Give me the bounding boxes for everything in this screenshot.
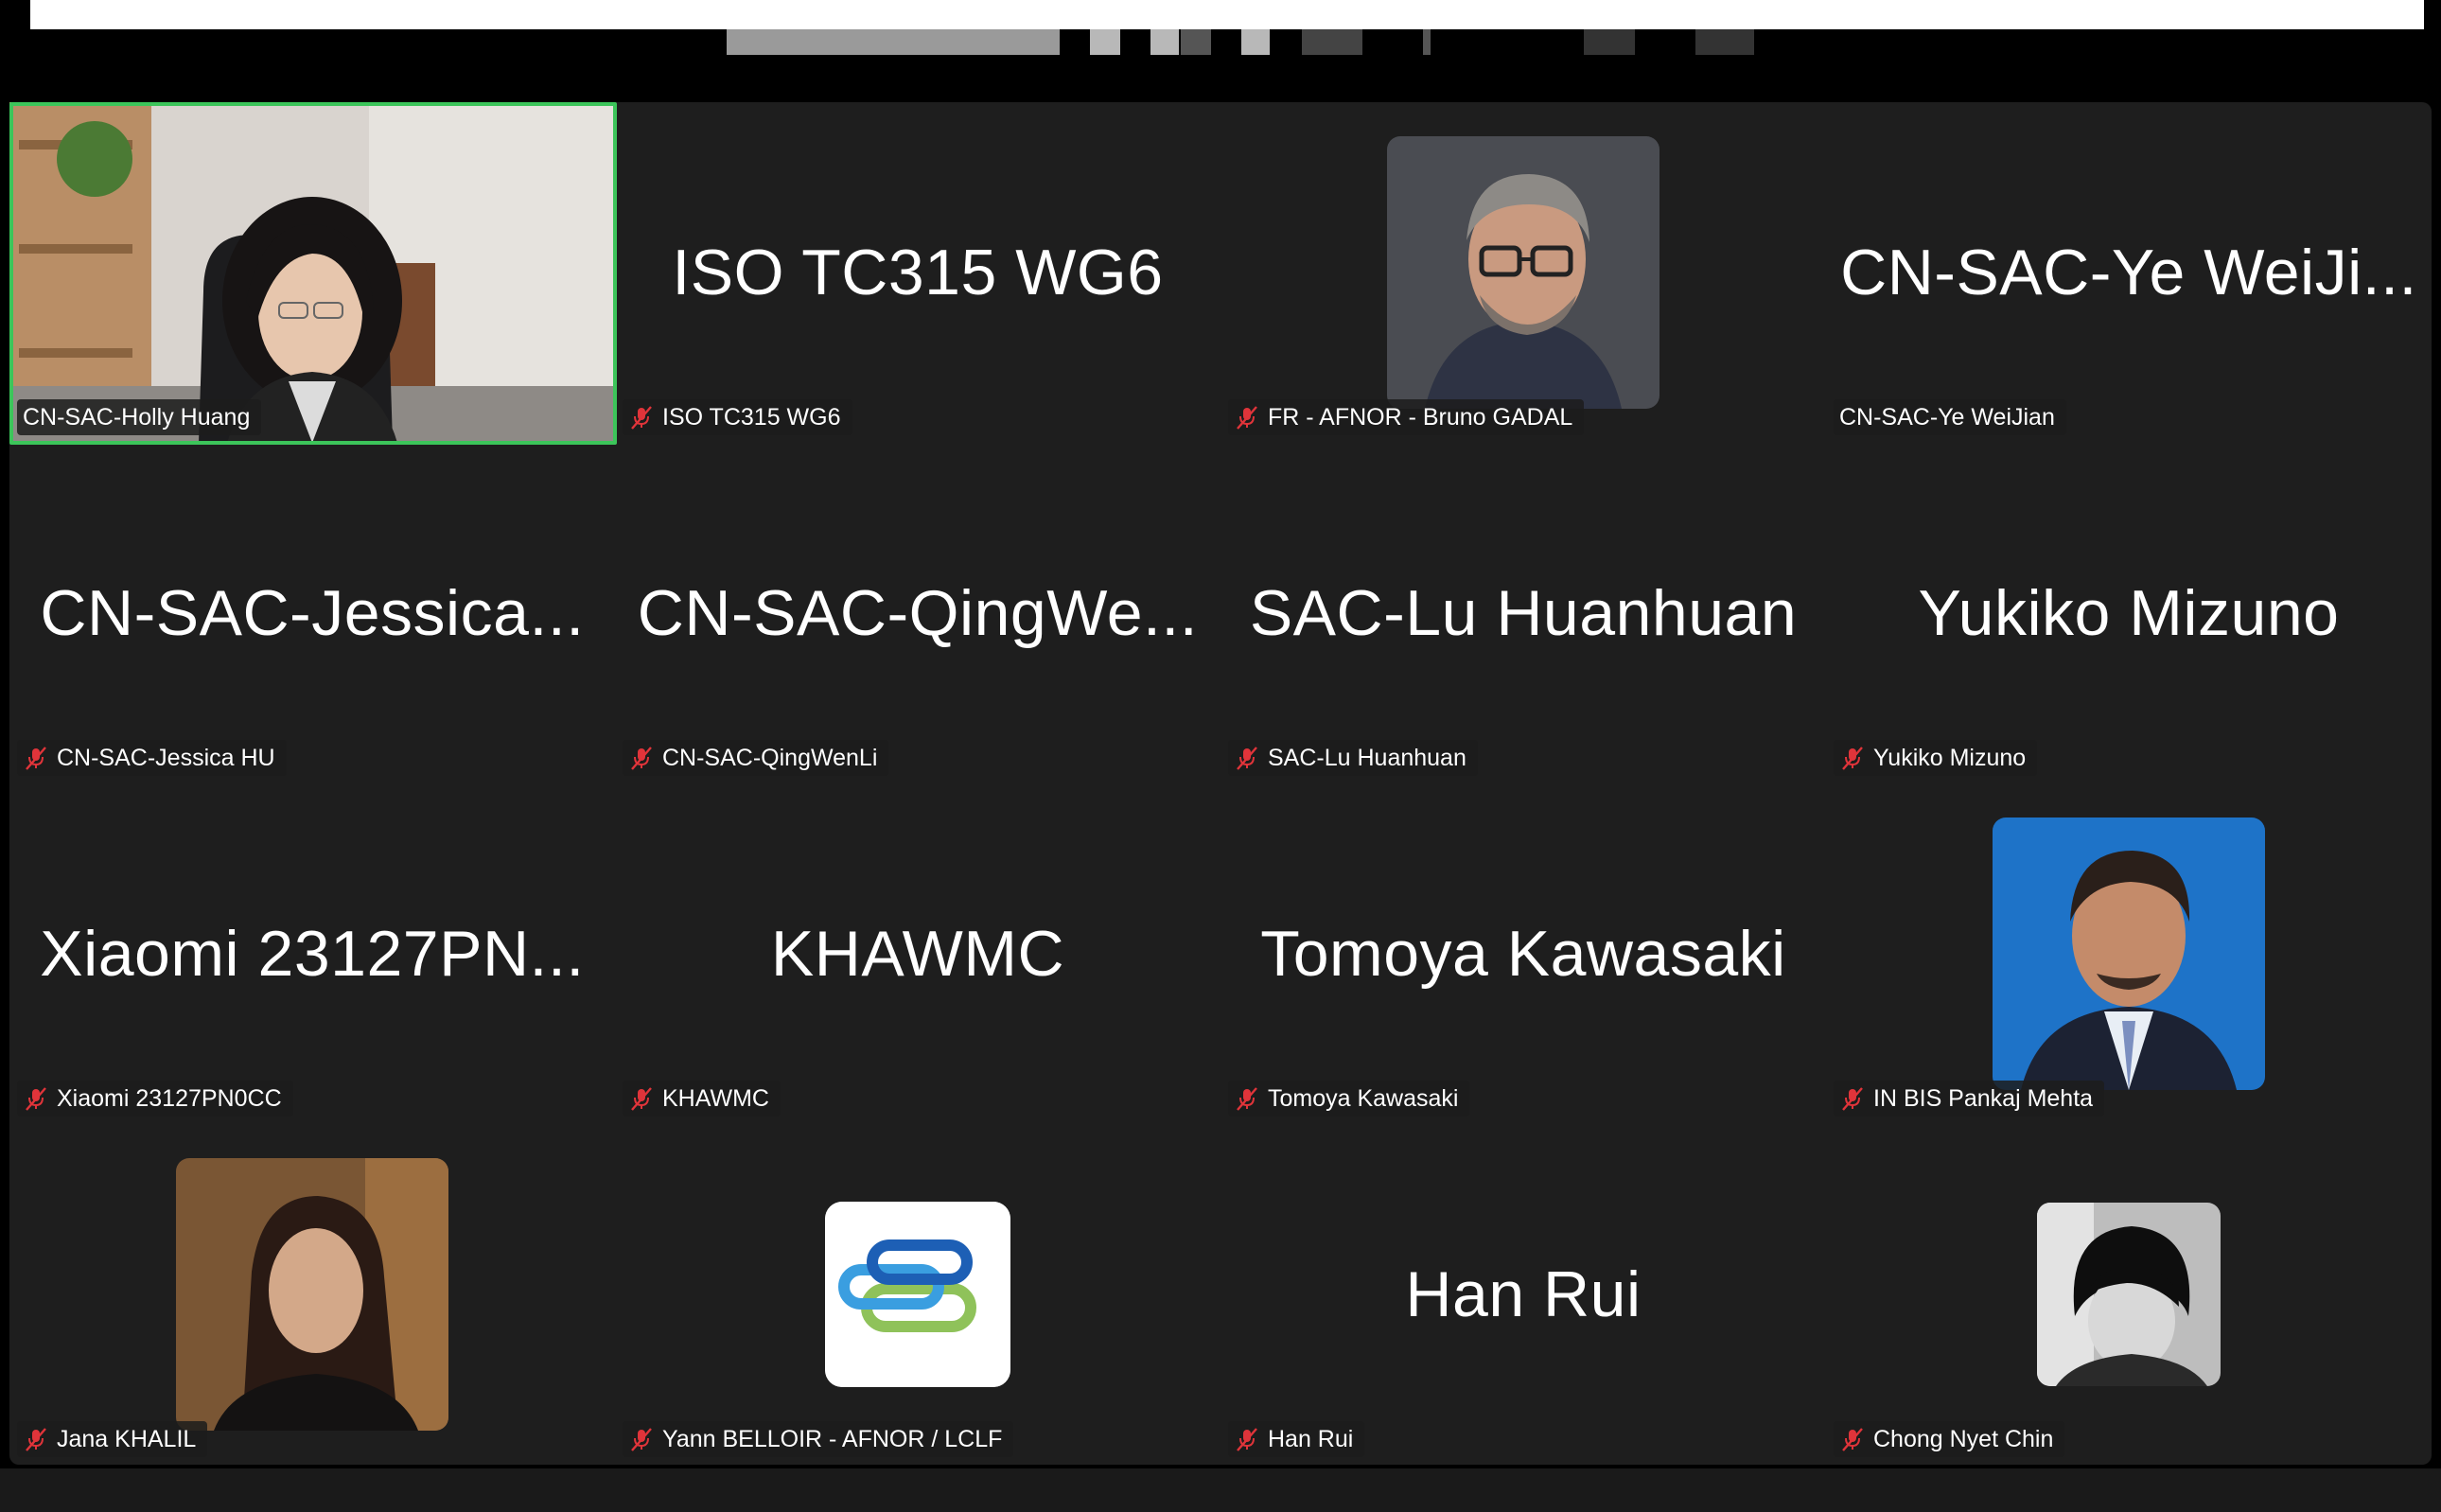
participant-tile-tomoya-kawasaki[interactable]: Tomoya Kawasaki Tomoya Kawasaki [1220, 783, 1826, 1124]
participant-display-name: CN-SAC-Ye WeiJi... [1840, 237, 2417, 308]
participant-label: Tomoya Kawasaki [1268, 1084, 1459, 1112]
participant-tile-bruno-gadal[interactable]: FR - AFNOR - Bruno GADAL [1220, 102, 1826, 443]
mic-muted-icon [1842, 1087, 1863, 1111]
participant-tile-qingwenli[interactable]: CN-SAC-QingWe... CN-SAC-QingWenLi [615, 443, 1220, 783]
mic-muted-icon [26, 747, 46, 770]
participant-tile-yukiko-mizuno[interactable]: Yukiko Mizuno Yukiko Mizuno [1826, 443, 2432, 783]
participant-label: Jana KHALIL [57, 1425, 197, 1452]
participant-label: Yukiko Mizuno [1873, 744, 2027, 771]
participant-nameplate: Chong Nyet Chin [1834, 1421, 2065, 1457]
participant-display-name: CN-SAC-Jessica... [40, 577, 585, 649]
participant-tile-ye-weijian[interactable]: CN-SAC-Ye WeiJi... CN-SAC-Ye WeiJian [1826, 102, 2432, 443]
gallery-view: CN-SAC-Holly Huang ISO TC315 WG6 ISO TC3… [9, 102, 2432, 1465]
participant-label: FR - AFNOR - Bruno GADAL [1268, 403, 1573, 431]
mic-muted-icon [26, 1428, 46, 1451]
participant-tile-jana-khalil[interactable]: Jana KHALIL [9, 1124, 615, 1465]
participant-tile-yann-belloir[interactable]: Yann BELLOIR - AFNOR / LCLF [615, 1124, 1220, 1465]
mic-muted-icon [1842, 1428, 1863, 1451]
participant-display-name: KHAWMC [770, 918, 1065, 990]
participant-label: CN-SAC-Holly Huang [23, 403, 251, 431]
participant-nameplate: Han Rui [1228, 1421, 1365, 1457]
participant-avatar [1387, 136, 1660, 409]
participant-nameplate: IN BIS Pankaj Mehta [1834, 1081, 2105, 1116]
participant-tile-iso-tc315-wg6[interactable]: ISO TC315 WG6 ISO TC315 WG6 [615, 102, 1220, 443]
bottom-bar [0, 1468, 2441, 1512]
participant-label: CN-SAC-QingWenLi [662, 744, 878, 771]
participant-nameplate: CN-SAC-Ye WeiJian [1834, 399, 2066, 435]
participant-label: Yann BELLOIR - AFNOR / LCLF [662, 1425, 1003, 1452]
mic-muted-icon [631, 1428, 652, 1451]
mic-muted-icon [26, 1087, 46, 1111]
participant-avatar [1993, 818, 2265, 1090]
participant-label: SAC-Lu Huanhuan [1268, 744, 1466, 771]
participant-display-name: ISO TC315 WG6 [672, 237, 1164, 308]
participant-nameplate: Yukiko Mizuno [1834, 740, 2038, 776]
participant-label: Han Rui [1268, 1425, 1354, 1452]
participant-nameplate: Jana KHALIL [17, 1421, 208, 1457]
mic-muted-icon [631, 747, 652, 770]
participant-nameplate: CN-SAC-Jessica HU [17, 740, 287, 776]
link-logo-icon [825, 1202, 1010, 1387]
participant-nameplate: CN-SAC-Holly Huang [17, 399, 262, 435]
participant-label: IN BIS Pankaj Mehta [1873, 1084, 2094, 1112]
participant-label: CN-SAC-Ye WeiJian [1839, 403, 2055, 431]
participant-nameplate: FR - AFNOR - Bruno GADAL [1228, 399, 1585, 435]
participant-label: Chong Nyet Chin [1873, 1425, 2054, 1452]
participant-tile-xiaomi[interactable]: Xiaomi 23127PN... Xiaomi 23127PN0CC [9, 783, 615, 1124]
participant-nameplate: Xiaomi 23127PN0CC [17, 1081, 293, 1116]
participant-tile-han-rui[interactable]: Han Rui Han Rui [1220, 1124, 1826, 1465]
participant-tile-khawmc[interactable]: KHAWMC KHAWMC [615, 783, 1220, 1124]
mic-muted-icon [631, 1087, 652, 1111]
participant-display-name: CN-SAC-QingWe... [637, 577, 1199, 649]
participant-video [9, 102, 615, 443]
mic-muted-icon [1842, 747, 1863, 770]
participant-nameplate: ISO TC315 WG6 [623, 399, 852, 435]
participant-tile-jessica-hu[interactable]: CN-SAC-Jessica... CN-SAC-Jessica HU [9, 443, 615, 783]
participant-nameplate: Yann BELLOIR - AFNOR / LCLF [623, 1421, 1014, 1457]
toolbar-residue [0, 29, 2441, 58]
participant-label: ISO TC315 WG6 [662, 403, 841, 431]
participant-nameplate: SAC-Lu Huanhuan [1228, 740, 1478, 776]
participant-nameplate: Tomoya Kawasaki [1228, 1081, 1470, 1116]
participant-label: CN-SAC-Jessica HU [57, 744, 275, 771]
mic-muted-icon [1237, 747, 1257, 770]
participant-avatar [176, 1158, 448, 1431]
participant-tile-lu-huanhuan[interactable]: SAC-Lu Huanhuan SAC-Lu Huanhuan [1220, 443, 1826, 783]
participant-display-name: SAC-Lu Huanhuan [1249, 577, 1798, 649]
participant-tile-holly-huang[interactable]: CN-SAC-Holly Huang [9, 102, 615, 443]
participant-display-name: Xiaomi 23127PN... [40, 918, 585, 990]
participant-display-name: Han Rui [1405, 1258, 1642, 1330]
participant-display-name: Tomoya Kawasaki [1260, 918, 1786, 990]
participant-label: KHAWMC [662, 1084, 769, 1112]
participant-nameplate: KHAWMC [623, 1081, 781, 1116]
participant-nameplate: CN-SAC-QingWenLi [623, 740, 889, 776]
participant-tile-pankaj-mehta[interactable]: IN BIS Pankaj Mehta [1826, 783, 2432, 1124]
participant-tile-chong-nyet-chin[interactable]: Chong Nyet Chin [1826, 1124, 2432, 1465]
participant-label: Xiaomi 23127PN0CC [57, 1084, 282, 1112]
mic-muted-icon [1237, 1087, 1257, 1111]
participant-avatar [2037, 1203, 2221, 1386]
mic-muted-icon [1237, 1428, 1257, 1451]
mic-muted-icon [1237, 406, 1257, 430]
window-top-bar [30, 0, 2424, 29]
mic-muted-icon [631, 406, 652, 430]
participant-display-name: Yukiko Mizuno [1918, 577, 2340, 649]
